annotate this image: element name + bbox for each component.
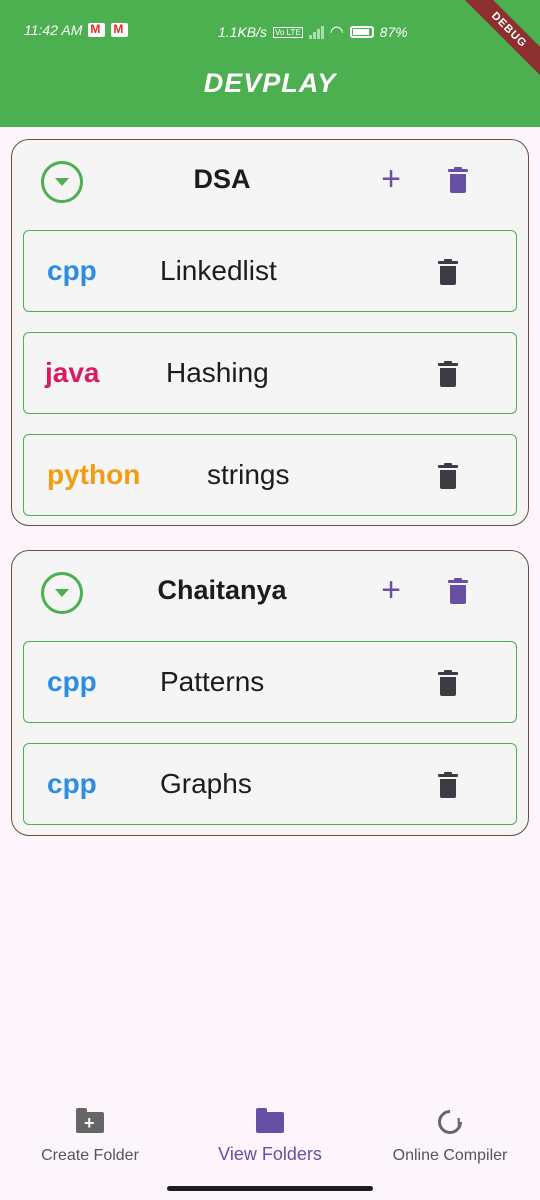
file-item[interactable]: cpp Patterns xyxy=(23,641,517,723)
delete-file-icon[interactable] xyxy=(438,361,458,387)
status-time: 11:42 AM xyxy=(24,22,83,38)
home-indicator xyxy=(167,1186,373,1191)
file-language: cpp xyxy=(47,255,97,286)
gmail-icon xyxy=(88,22,106,37)
nav-create-folder[interactable]: + Create Folder xyxy=(0,1094,180,1184)
folder-name: Chaitanya xyxy=(157,575,287,605)
folder-card: Chaitanya + cpp Patterns cpp Graphs xyxy=(11,550,529,836)
delete-folder-icon[interactable] xyxy=(448,167,468,193)
file-item[interactable]: cpp Linkedlist xyxy=(23,230,517,312)
folder-header: Chaitanya + xyxy=(12,551,528,641)
file-language: python xyxy=(47,459,141,490)
wifi-icon: ◠ xyxy=(329,24,344,41)
file-name: Graphs xyxy=(160,768,252,799)
bottom-navigation: + Create Folder View Folders ! Online Co… xyxy=(0,1094,540,1200)
folder-icon xyxy=(256,1108,284,1134)
folder-card: DSA + cpp Linkedlist java Hashing python… xyxy=(11,139,529,526)
delete-file-icon[interactable] xyxy=(438,259,458,285)
nav-view-folders[interactable]: View Folders xyxy=(180,1094,360,1184)
file-language: cpp xyxy=(47,768,97,799)
delete-file-icon[interactable] xyxy=(438,463,458,489)
folder-name: DSA xyxy=(193,164,251,194)
status-bar: 11:42 AM 1.1KB/s Vo LTE ◠ 87% xyxy=(0,18,540,46)
battery-icon xyxy=(349,26,374,38)
nav-label: Online Compiler xyxy=(392,1147,508,1164)
app-bar: 11:42 AM 1.1KB/s Vo LTE ◠ 87% DEBUG DEVP… xyxy=(0,0,540,127)
expand-toggle-icon[interactable] xyxy=(41,572,83,614)
file-item[interactable]: cpp Graphs xyxy=(23,743,517,825)
volte-icon: Vo LTE xyxy=(273,26,303,38)
nav-label: Create Folder xyxy=(41,1147,139,1164)
gmail-icon xyxy=(111,22,129,37)
file-name: Linkedlist xyxy=(160,255,277,286)
nav-online-compiler[interactable]: ! Online Compiler xyxy=(360,1094,540,1184)
file-name: Hashing xyxy=(166,357,269,388)
app-title: DEVPLAY xyxy=(203,68,337,98)
delete-folder-icon[interactable] xyxy=(448,578,468,604)
file-language: cpp xyxy=(47,666,97,697)
create-folder-icon: + xyxy=(76,1108,104,1134)
folder-header: DSA + xyxy=(12,140,528,230)
add-file-button[interactable]: + xyxy=(376,162,406,198)
file-language: java xyxy=(45,357,100,388)
file-item[interactable]: python strings xyxy=(23,434,517,516)
delete-file-icon[interactable] xyxy=(438,772,458,798)
compiler-icon: ! xyxy=(433,1105,467,1139)
file-item[interactable]: java Hashing xyxy=(23,332,517,414)
nav-label: View Folders xyxy=(218,1144,322,1164)
delete-file-icon[interactable] xyxy=(438,670,458,696)
file-name: strings xyxy=(207,459,290,490)
expand-toggle-icon[interactable] xyxy=(41,161,83,203)
add-file-button[interactable]: + xyxy=(376,573,406,609)
file-name: Patterns xyxy=(160,666,265,697)
signal-icon xyxy=(308,25,324,39)
battery-level: 87% xyxy=(379,24,408,40)
network-speed: 1.1KB/s xyxy=(218,24,268,40)
